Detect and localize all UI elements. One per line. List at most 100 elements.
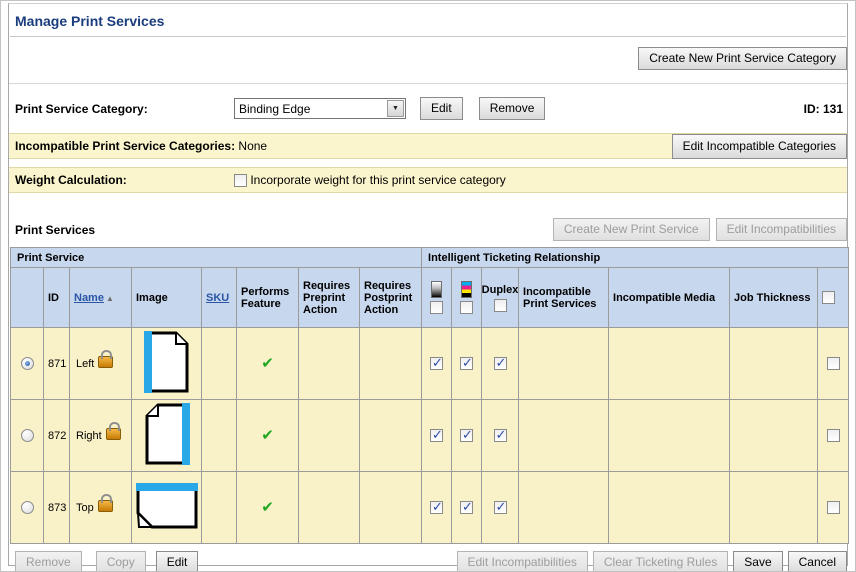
- black-and-white-column-header: [422, 268, 452, 328]
- row-select-radio[interactable]: [21, 501, 34, 514]
- category-section: Print Service Category: Binding Edge ▼ E…: [9, 83, 847, 193]
- cell-requires-postprint: [360, 472, 422, 544]
- row-checkbox[interactable]: [827, 357, 840, 370]
- select-all-column-header: [818, 268, 849, 328]
- cell-id: 873: [44, 472, 70, 544]
- green-check-icon: [261, 499, 274, 516]
- table-row-right: 872 Right: [11, 400, 849, 472]
- category-id-value: ID: 131: [804, 102, 843, 116]
- duplex-checkbox[interactable]: [494, 501, 507, 514]
- row-select-radio[interactable]: [21, 357, 34, 370]
- cell-requires-postprint: [360, 328, 422, 400]
- cell-name: Right: [70, 400, 132, 472]
- cell-image: [132, 472, 202, 544]
- cell-performs-feature: [237, 400, 299, 472]
- lock-icon: [106, 428, 121, 440]
- sku-sort-link[interactable]: SKU: [206, 292, 229, 304]
- sort-ascending-icon: ▲: [106, 294, 114, 303]
- weight-calculation-band: Weight Calculation: Incorporate weight f…: [9, 167, 847, 193]
- duplex-checkbox[interactable]: [494, 357, 507, 370]
- bw-checkbox[interactable]: [430, 429, 443, 442]
- job-thickness-column-header: Job Thickness: [730, 268, 818, 328]
- page-title: Manage Print Services: [15, 13, 841, 29]
- cell-job-thickness: [730, 472, 818, 544]
- remove-print-service-button: Remove: [15, 551, 82, 572]
- cell-incompatible-media: [609, 400, 730, 472]
- cell-incompatible-print-services: [519, 328, 609, 400]
- cell-image: [132, 328, 202, 400]
- name-column-header: Name▲: [70, 268, 132, 328]
- incompatible-media-column-header: Incompatible Media: [609, 268, 730, 328]
- color-column-header: [452, 268, 482, 328]
- color-checkbox[interactable]: [460, 429, 473, 442]
- table-group-header-row: Print Service Intelligent Ticketing Rela…: [11, 248, 849, 268]
- edit-category-button[interactable]: Edit: [420, 97, 463, 120]
- category-select[interactable]: Binding Edge ▼: [234, 98, 406, 119]
- chevron-down-icon[interactable]: ▼: [387, 100, 404, 117]
- table-row-left: 871 Left: [11, 328, 849, 400]
- page-frame: Manage Print Services Create New Print S…: [8, 3, 848, 566]
- cell-incompatible-print-services: [519, 472, 609, 544]
- cell-name: Top: [70, 472, 132, 544]
- remove-category-button[interactable]: Remove: [479, 97, 546, 120]
- row-select-radio[interactable]: [21, 429, 34, 442]
- cancel-button[interactable]: Cancel: [788, 551, 847, 572]
- table-row-top: 873 Top: [11, 472, 849, 544]
- cell-incompatible-media: [609, 328, 730, 400]
- page-binding-top-icon: [136, 482, 198, 530]
- cell-performs-feature: [237, 472, 299, 544]
- save-button[interactable]: Save: [733, 551, 782, 572]
- print-service-name: Top: [76, 502, 94, 514]
- cell-name: Left: [70, 328, 132, 400]
- cell-requires-preprint: [299, 472, 360, 544]
- page-binding-right-icon: [144, 403, 190, 465]
- incompatible-categories-band: Incompatible Print Service Categories: N…: [9, 133, 847, 159]
- color-checkbox[interactable]: [460, 357, 473, 370]
- incompatible-categories-value: None: [238, 139, 267, 153]
- category-select-value: Binding Edge: [239, 102, 387, 116]
- select-all-rows-checkbox[interactable]: [822, 291, 835, 304]
- bw-checkbox[interactable]: [430, 357, 443, 370]
- bw-checkbox[interactable]: [430, 501, 443, 514]
- weight-checkbox[interactable]: [234, 174, 247, 187]
- edit-incompatibilities-top-button: Edit Incompatibilities: [716, 218, 847, 241]
- create-new-print-service-button: Create New Print Service: [553, 218, 710, 241]
- print-service-name: Left: [76, 358, 94, 370]
- edit-incompatibilities-bottom-button: Edit Incompatibilities: [457, 551, 588, 572]
- copy-print-service-button: Copy: [96, 551, 146, 572]
- bw-select-all-checkbox[interactable]: [430, 301, 443, 314]
- requires-postprint-column-header: Requires Postprint Action: [360, 268, 422, 328]
- duplex-select-all-checkbox[interactable]: [494, 299, 507, 312]
- clear-ticketing-rules-button: Clear Ticketing Rules: [593, 551, 728, 572]
- duplex-checkbox[interactable]: [494, 429, 507, 442]
- lock-icon: [98, 500, 113, 512]
- duplex-column-header: Duplex: [482, 268, 519, 328]
- edit-incompatible-categories-button[interactable]: Edit Incompatible Categories: [672, 134, 847, 159]
- create-new-print-service-category-button[interactable]: Create New Print Service Category: [638, 47, 847, 70]
- group-header-print-service: Print Service: [11, 248, 422, 268]
- row-checkbox[interactable]: [827, 501, 840, 514]
- requires-preprint-column-header: Requires Preprint Action: [299, 268, 360, 328]
- title-divider: [10, 36, 846, 37]
- row-checkbox[interactable]: [827, 429, 840, 442]
- page-binding-left-icon: [144, 331, 190, 393]
- name-sort-link[interactable]: Name: [74, 292, 104, 304]
- incompatible-categories-label: Incompatible Print Service Categories:: [15, 139, 235, 153]
- incompatible-print-services-column-header: Incompatible Print Services: [519, 268, 609, 328]
- cell-requires-postprint: [360, 400, 422, 472]
- cell-requires-preprint: [299, 400, 360, 472]
- green-check-icon: [261, 355, 274, 372]
- weight-calculation-label: Weight Calculation:: [15, 173, 234, 187]
- color-select-all-checkbox[interactable]: [460, 301, 473, 314]
- group-header-ticketing-relationship: Intelligent Ticketing Relationship: [422, 248, 849, 268]
- performs-feature-column-header: Performs Feature: [237, 268, 299, 328]
- weight-checkbox-label: Incorporate weight for this print servic…: [250, 173, 505, 187]
- cell-job-thickness: [730, 328, 818, 400]
- cell-job-thickness: [730, 400, 818, 472]
- color-checkbox[interactable]: [460, 501, 473, 514]
- lock-icon: [98, 356, 113, 368]
- edit-print-service-button[interactable]: Edit: [156, 551, 199, 572]
- cell-sku: [202, 400, 237, 472]
- cell-incompatible-media: [609, 472, 730, 544]
- sku-column-header: SKU: [202, 268, 237, 328]
